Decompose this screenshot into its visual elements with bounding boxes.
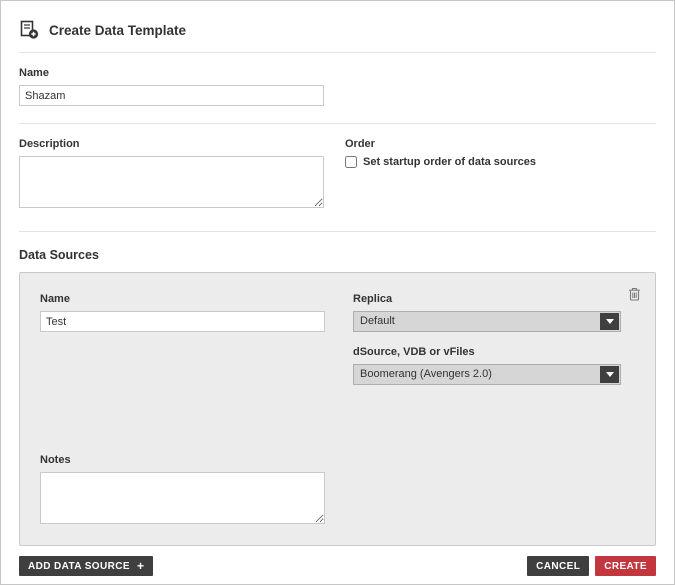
trash-icon [628, 287, 641, 301]
startup-order-checkbox[interactable] [345, 156, 357, 168]
create-button-label: CREATE [604, 561, 647, 572]
name-input[interactable] [19, 85, 324, 106]
startup-order-checkbox-label[interactable]: Set startup order of data sources [363, 156, 536, 168]
dsource-label: dSource, VDB or vFiles [353, 346, 621, 358]
name-label: Name [19, 67, 656, 79]
divider [19, 231, 656, 232]
dialog-title: Create Data Template [49, 23, 186, 38]
order-label: Order [345, 138, 656, 150]
replica-label: Replica [353, 293, 621, 305]
add-data-source-label: ADD DATA SOURCE [28, 561, 130, 572]
data-template-plus-icon [19, 20, 40, 40]
chevron-down-icon [600, 313, 619, 330]
source-name-input[interactable] [40, 311, 325, 332]
data-sources-heading: Data Sources [19, 248, 656, 262]
replica-selected-value: Default [354, 312, 599, 331]
action-bar: ADD DATA SOURCE + CANCEL CREATE [19, 556, 656, 576]
divider [19, 52, 656, 53]
data-source-card: Name Notes Replica Default dSource, VDB … [19, 272, 656, 546]
dsource-select[interactable]: Boomerang (Avengers 2.0) [353, 364, 621, 385]
cancel-button-label: CANCEL [536, 561, 580, 572]
description-label: Description [19, 138, 345, 150]
add-data-source-button[interactable]: ADD DATA SOURCE + [19, 556, 153, 576]
chevron-down-icon [600, 366, 619, 383]
notes-textarea[interactable] [40, 472, 325, 524]
plus-icon: + [137, 561, 144, 571]
dialog-header: Create Data Template [19, 1, 656, 40]
delete-data-source-button[interactable] [626, 285, 643, 303]
source-name-label: Name [40, 293, 325, 305]
notes-label: Notes [40, 454, 325, 466]
description-textarea[interactable] [19, 156, 324, 208]
replica-select[interactable]: Default [353, 311, 621, 332]
dsource-selected-value: Boomerang (Avengers 2.0) [354, 365, 599, 384]
cancel-button[interactable]: CANCEL [527, 556, 589, 576]
create-button[interactable]: CREATE [595, 556, 656, 576]
create-data-template-dialog: Create Data Template Name Description Or… [0, 0, 675, 585]
